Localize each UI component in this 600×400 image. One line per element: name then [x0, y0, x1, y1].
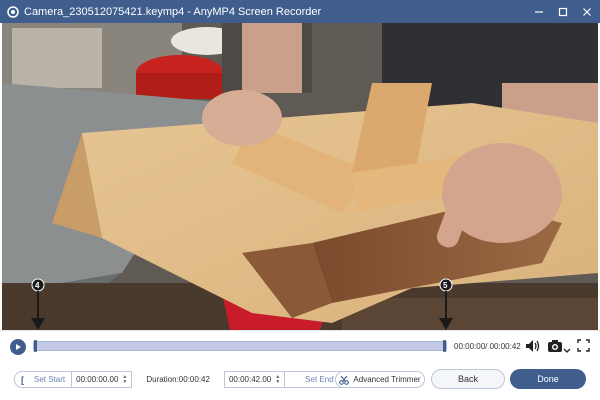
back-label: Back — [457, 374, 478, 384]
window-title: Camera_230512075421.keymp4 - AnyMP4 Scre… — [24, 5, 322, 18]
done-button[interactable]: Done — [510, 369, 586, 389]
trim-row: [ Set Start 00:00:00.00 ▲ ▼ Duration:00:0… — [14, 371, 354, 388]
app-logo-icon — [6, 5, 20, 19]
set-start-button[interactable]: [ Set Start — [14, 371, 73, 388]
volume-icon[interactable] — [525, 339, 541, 353]
trim-end-handle[interactable] — [443, 340, 446, 352]
set-end-label: Set End — [305, 375, 334, 384]
camera-icon[interactable] — [547, 339, 563, 353]
start-time-value: 00:00:00.00 — [76, 375, 119, 384]
advanced-trimmer-label: Advanced Trimmer — [353, 375, 421, 384]
duration-text: Duration:00:00:42 — [146, 375, 210, 384]
end-time-value: 00:00:42.00 — [228, 375, 272, 384]
start-marker-label: 4 — [35, 281, 40, 290]
trimmer-icon — [339, 375, 350, 385]
minimize-icon[interactable] — [528, 0, 550, 23]
title-bar: Camera_230512075421.keymp4 - AnyMP4 Scre… — [0, 0, 600, 23]
maximize-icon[interactable] — [552, 0, 574, 23]
start-time-stepper[interactable]: ▲ ▼ — [122, 374, 127, 385]
play-button[interactable] — [10, 339, 26, 355]
player-controls: 00:00:00/ 00:00:42 [ Set Start 00:00:00.… — [0, 330, 600, 400]
start-bracket: [ — [21, 374, 24, 385]
play-icon — [16, 344, 21, 350]
chevron-down-icon[interactable] — [563, 342, 571, 353]
end-marker-label: 5 — [443, 281, 448, 290]
done-label: Done — [537, 374, 559, 384]
trim-start-handle[interactable] — [34, 340, 37, 352]
end-time-stepper[interactable]: ▲ ▼ — [275, 374, 280, 385]
trim-timeline[interactable] — [33, 340, 447, 352]
back-button[interactable]: Back — [431, 369, 505, 389]
set-start-label: Set Start — [34, 375, 66, 384]
fullscreen-icon[interactable] — [577, 339, 590, 352]
video-preview[interactable]: 4 5 — [2, 23, 598, 330]
start-time-field[interactable]: 00:00:00.00 ▲ ▼ — [72, 371, 133, 388]
close-icon[interactable] — [576, 0, 598, 23]
advanced-trimmer-button[interactable]: Advanced Trimmer — [335, 371, 425, 388]
end-time-field[interactable]: 00:00:42.00 ▲ ▼ — [223, 371, 286, 388]
time-readout: 00:00:00/ 00:00:42 — [454, 342, 521, 351]
